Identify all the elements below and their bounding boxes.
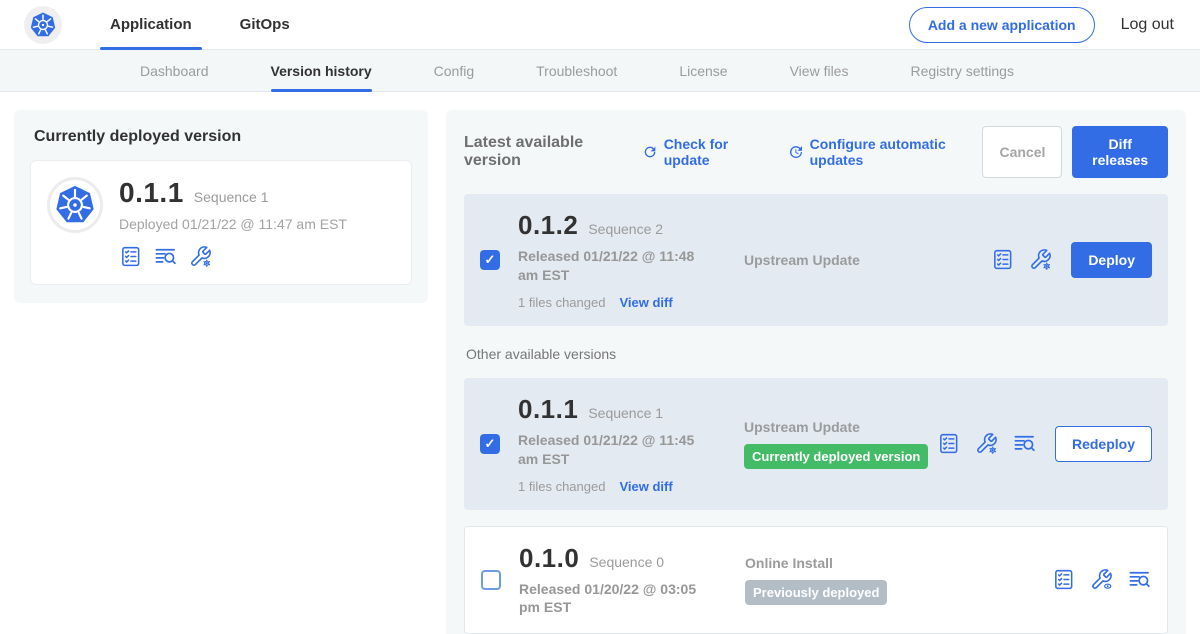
view-config-icon[interactable] bbox=[1090, 568, 1113, 591]
released-timestamp: Released 01/21/22 @ 11:45 am EST bbox=[518, 431, 710, 469]
logout-link[interactable]: Log out bbox=[1121, 16, 1174, 34]
deployed-timestamp: Deployed 01/21/22 @ 11:47 am EST bbox=[119, 216, 347, 232]
released-timestamp: Released 01/20/22 @ 03:05 pm EST bbox=[519, 580, 711, 618]
version-source-label: Upstream Update bbox=[744, 419, 937, 435]
deployed-version-number: 0.1.1 bbox=[119, 177, 184, 209]
app-tabs: Application GitOps bbox=[100, 0, 328, 50]
preflight-checks-icon[interactable] bbox=[1052, 568, 1075, 591]
add-new-application-button[interactable]: Add a new application bbox=[909, 7, 1095, 43]
diff-select-checkbox[interactable]: ✓ bbox=[480, 434, 500, 454]
deployed-version-card: 0.1.1 Sequence 1 Deployed 01/21/22 @ 11:… bbox=[30, 160, 412, 285]
currently-deployed-title: Currently deployed version bbox=[34, 128, 412, 146]
preflight-checks-icon[interactable] bbox=[119, 245, 142, 268]
subnav-dashboard[interactable]: Dashboard bbox=[140, 50, 209, 92]
tab-application[interactable]: Application bbox=[100, 0, 202, 50]
subnav-troubleshoot[interactable]: Troubleshoot bbox=[536, 50, 617, 92]
configure-auto-updates-link[interactable]: Configure automatic updates bbox=[788, 136, 983, 168]
subnav-registry-settings[interactable]: Registry settings bbox=[910, 50, 1013, 92]
check-for-update-label: Check for update bbox=[664, 136, 766, 168]
view-files-icon[interactable] bbox=[1128, 568, 1151, 591]
available-versions-panel: Latest available version Check for updat… bbox=[446, 110, 1186, 634]
refresh-icon bbox=[642, 143, 658, 161]
version-row-0-1-1: ✓ 0.1.1 Sequence 1 Released 01/21/22 @ 1… bbox=[464, 378, 1168, 510]
view-diff-link[interactable]: View diff bbox=[619, 295, 672, 310]
preflight-checks-icon[interactable] bbox=[991, 248, 1014, 271]
sequence-label: Sequence 2 bbox=[588, 221, 663, 237]
other-versions-title: Other available versions bbox=[466, 346, 1168, 362]
version-source-label: Online Install bbox=[745, 555, 1052, 571]
check-for-update-link[interactable]: Check for update bbox=[642, 136, 766, 168]
view-files-icon[interactable] bbox=[1013, 432, 1036, 455]
files-changed-label: 1 files changed bbox=[518, 479, 605, 494]
version-row-0-1-0: 0.1.0 Sequence 0 Released 01/20/22 @ 03:… bbox=[464, 526, 1168, 634]
released-timestamp: Released 01/21/22 @ 11:48 am EST bbox=[518, 247, 710, 285]
previously-deployed-badge: Previously deployed bbox=[745, 580, 887, 605]
app-subnav: Dashboard Version history Config Trouble… bbox=[0, 50, 1200, 92]
version-number: 0.1.2 bbox=[518, 210, 578, 241]
latest-available-title: Latest available version bbox=[464, 134, 626, 170]
deployed-sequence-label: Sequence 1 bbox=[194, 189, 269, 205]
diff-releases-button[interactable]: Diff releases bbox=[1072, 126, 1168, 178]
sequence-label: Sequence 1 bbox=[588, 405, 663, 421]
subnav-license[interactable]: License bbox=[679, 50, 727, 92]
subnav-view-files[interactable]: View files bbox=[790, 50, 849, 92]
auto-update-clock-icon bbox=[788, 143, 804, 161]
redeploy-button[interactable]: Redeploy bbox=[1055, 426, 1152, 462]
kubernetes-logo bbox=[24, 6, 62, 44]
version-number: 0.1.1 bbox=[518, 394, 578, 425]
edit-config-icon[interactable] bbox=[189, 245, 212, 268]
configure-auto-updates-label: Configure automatic updates bbox=[810, 136, 983, 168]
files-changed-label: 1 files changed bbox=[518, 295, 605, 310]
version-number: 0.1.0 bbox=[519, 543, 579, 574]
tab-gitops[interactable]: GitOps bbox=[230, 0, 300, 50]
edit-config-icon[interactable] bbox=[975, 432, 998, 455]
app-kubernetes-icon bbox=[47, 177, 103, 233]
view-diff-link[interactable]: View diff bbox=[619, 479, 672, 494]
diff-select-checkbox[interactable] bbox=[481, 570, 501, 590]
top-navbar: Application GitOps Add a new application… bbox=[0, 0, 1200, 50]
subnav-config[interactable]: Config bbox=[434, 50, 474, 92]
subnav-version-history[interactable]: Version history bbox=[271, 50, 372, 92]
diff-select-checkbox[interactable]: ✓ bbox=[480, 250, 500, 270]
version-row-0-1-2: ✓ 0.1.2 Sequence 2 Released 01/21/22 @ 1… bbox=[464, 194, 1168, 326]
edit-config-icon[interactable] bbox=[1029, 248, 1052, 271]
currently-deployed-panel: Currently deployed version 0.1.1 Sequenc… bbox=[14, 110, 428, 303]
preflight-checks-icon[interactable] bbox=[937, 432, 960, 455]
cancel-button[interactable]: Cancel bbox=[982, 126, 1062, 178]
version-source-label: Upstream Update bbox=[744, 252, 991, 268]
sequence-label: Sequence 0 bbox=[589, 554, 664, 570]
deploy-button[interactable]: Deploy bbox=[1071, 242, 1152, 278]
view-files-icon[interactable] bbox=[154, 245, 177, 268]
currently-deployed-badge: Currently deployed version bbox=[744, 444, 928, 469]
